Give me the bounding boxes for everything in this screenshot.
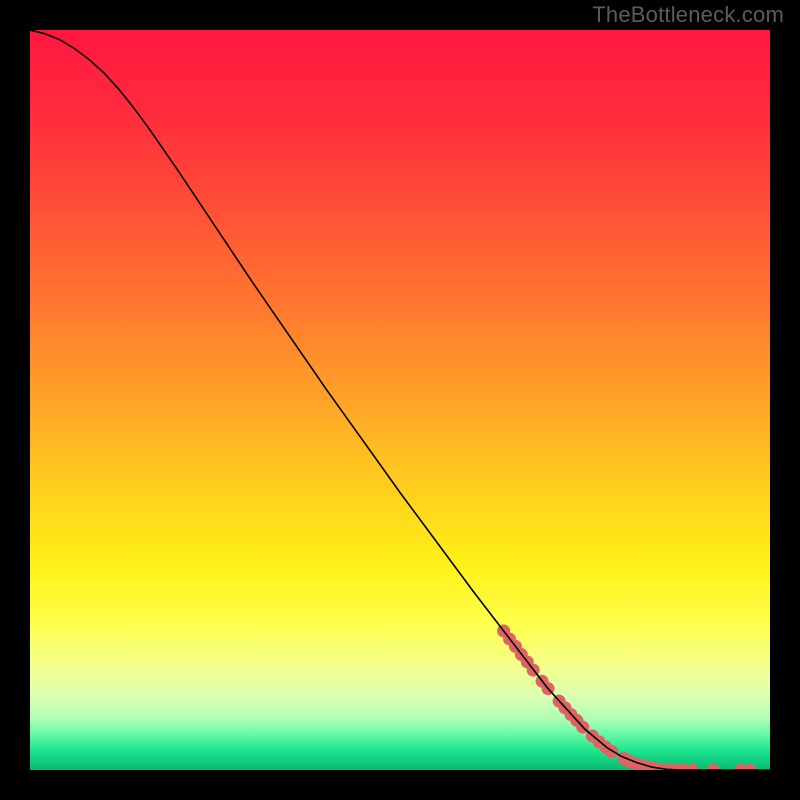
marker-dot [743, 764, 756, 771]
chart-container: TheBottleneck.com [0, 0, 800, 800]
watermark-text: TheBottleneck.com [592, 2, 784, 28]
marker-dot [686, 764, 699, 771]
plot-area [30, 30, 770, 770]
marker-dot [707, 764, 720, 771]
marker-layer [497, 624, 756, 770]
curve-line [30, 30, 770, 770]
plot-svg [30, 30, 770, 770]
